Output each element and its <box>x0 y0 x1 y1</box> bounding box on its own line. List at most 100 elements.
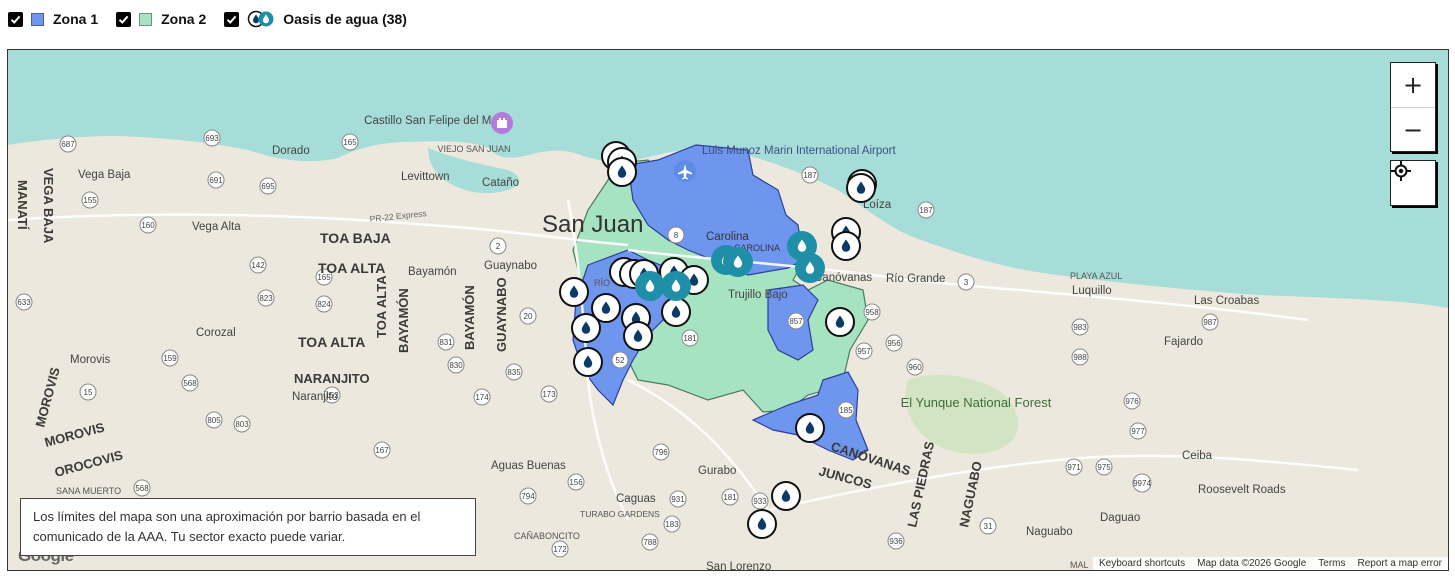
svg-text:VIEJO SAN JUAN: VIEJO SAN JUAN <box>437 144 510 154</box>
oasis-marker[interactable] <box>661 271 691 301</box>
svg-text:PLAYA AZUL: PLAYA AZUL <box>1070 271 1122 281</box>
svg-text:TOA ALTA: TOA ALTA <box>318 260 385 276</box>
svg-text:831: 831 <box>439 338 453 347</box>
svg-text:830: 830 <box>449 361 463 370</box>
oasis-marker[interactable] <box>635 271 665 301</box>
svg-text:794: 794 <box>521 492 535 501</box>
map-legend: Zona 1 Zona 2 Oasis de agua (38) <box>8 9 425 29</box>
svg-text:691: 691 <box>209 176 223 185</box>
svg-text:52: 52 <box>616 356 625 365</box>
locate-me-button[interactable] <box>1390 160 1436 206</box>
svg-text:977: 977 <box>1131 427 1145 436</box>
castle-icon <box>491 112 513 134</box>
svg-text:MAL: MAL <box>1070 560 1089 570</box>
map-data-text: Map data ©2026 Google <box>1197 558 1307 569</box>
report-error-link[interactable]: Report a map error <box>1352 557 1448 570</box>
svg-text:Fajardo: Fajardo <box>1164 336 1203 348</box>
svg-text:Bayamón: Bayamón <box>408 266 457 278</box>
oasis-marker[interactable] <box>723 247 753 277</box>
svg-text:Ceiba: Ceiba <box>1182 450 1213 462</box>
svg-text:971: 971 <box>1067 463 1081 472</box>
svg-text:172: 172 <box>553 545 567 554</box>
svg-text:693: 693 <box>205 134 219 143</box>
svg-text:RÍO: RÍO <box>594 278 610 288</box>
svg-text:857: 857 <box>789 317 803 326</box>
svg-text:957: 957 <box>857 347 871 356</box>
oasis-marker[interactable] <box>831 231 861 261</box>
svg-text:Vega Baja: Vega Baja <box>78 169 131 181</box>
svg-text:805: 805 <box>207 416 221 425</box>
oasis-marker[interactable] <box>573 347 603 377</box>
oasis-marker[interactable] <box>771 481 801 511</box>
oasis-marker[interactable] <box>747 509 777 539</box>
svg-text:156: 156 <box>569 478 583 487</box>
svg-text:SANA MUERTO: SANA MUERTO <box>56 486 121 496</box>
svg-text:GUAYNABO: GUAYNABO <box>494 277 509 352</box>
oasis-marker[interactable] <box>623 321 653 351</box>
svg-text:Guaynabo: Guaynabo <box>484 260 537 272</box>
svg-text:Aguas Buenas: Aguas Buenas <box>491 460 566 472</box>
zona1-swatch <box>31 12 44 26</box>
svg-text:Levittown: Levittown <box>401 171 450 183</box>
svg-text:160: 160 <box>141 221 155 230</box>
svg-text:933: 933 <box>753 497 767 506</box>
svg-text:Roosevelt Roads: Roosevelt Roads <box>1198 484 1286 496</box>
map-canvas[interactable]: 687 693 165 691 695 155 160 142 823 633 … <box>7 49 1449 571</box>
svg-text:15: 15 <box>84 388 93 397</box>
svg-text:988: 988 <box>1073 353 1087 362</box>
svg-text:167: 167 <box>375 446 389 455</box>
svg-text:El Yunque National Forest: El Yunque National Forest <box>901 395 1052 410</box>
svg-text:956: 956 <box>887 339 901 348</box>
svg-text:Dorado: Dorado <box>272 145 310 157</box>
svg-text:Trujillo Bajo: Trujillo Bajo <box>728 289 788 301</box>
svg-text:20: 20 <box>524 312 533 321</box>
svg-text:MOROVIS: MOROVIS <box>32 365 62 429</box>
svg-text:TURABO GARDENS: TURABO GARDENS <box>580 509 660 519</box>
svg-text:181: 181 <box>683 334 697 343</box>
legend-zona1[interactable]: Zona 1 <box>8 11 98 27</box>
svg-text:803: 803 <box>235 420 249 429</box>
svg-text:983: 983 <box>1073 323 1087 332</box>
svg-text:Morovis: Morovis <box>70 354 111 366</box>
svg-text:Daguao: Daguao <box>1100 512 1140 524</box>
svg-text:695: 695 <box>261 182 275 191</box>
terms-link[interactable]: Terms <box>1312 557 1351 570</box>
legend-zona2[interactable]: Zona 2 <box>116 11 206 27</box>
oasis-marker[interactable] <box>795 253 825 283</box>
svg-text:Las Croabas: Las Croabas <box>1194 295 1259 307</box>
svg-text:835: 835 <box>507 368 521 377</box>
svg-text:JUNCOS: JUNCOS <box>817 463 874 492</box>
oasis-checkbox[interactable] <box>224 11 240 27</box>
oasis-marker[interactable] <box>607 157 637 187</box>
svg-text:VEGA BAJA: VEGA BAJA <box>41 168 56 244</box>
zona2-checkbox[interactable] <box>116 11 132 27</box>
zoom-out-button[interactable]: − <box>1391 107 1435 152</box>
svg-text:823: 823 <box>259 294 273 303</box>
legend-oasis[interactable]: Oasis de agua (38) <box>224 10 407 28</box>
oasis-marker[interactable] <box>795 413 825 443</box>
svg-text:OROCOVIS: OROCOVIS <box>53 447 125 480</box>
svg-text:936: 936 <box>889 537 903 546</box>
svg-text:9974: 9974 <box>1133 479 1151 488</box>
oasis-marker[interactable] <box>559 277 589 307</box>
map-attribution: Keyboard shortcuts Map data ©2026 Google… <box>1092 557 1448 570</box>
svg-text:NAGUABO: NAGUABO <box>956 460 985 529</box>
svg-text:Carolina: Carolina <box>706 231 749 243</box>
svg-text:165: 165 <box>343 138 357 147</box>
svg-text:Luquillo: Luquillo <box>1072 285 1112 297</box>
svg-text:2: 2 <box>496 242 501 251</box>
svg-text:173: 173 <box>542 390 556 399</box>
oasis-marker[interactable] <box>661 297 691 327</box>
svg-text:Luis Munoz Marin International: Luis Munoz Marin International Airport <box>702 145 896 157</box>
zona2-label: Zona 2 <box>161 11 207 27</box>
keyboard-shortcuts-link[interactable]: Keyboard shortcuts <box>1093 557 1191 570</box>
oasis-marker[interactable] <box>571 313 601 343</box>
svg-text:Río Grande: Río Grande <box>886 273 945 285</box>
svg-text:BAYAMÓN: BAYAMÓN <box>396 288 411 353</box>
svg-text:Naguabo: Naguabo <box>1026 526 1073 538</box>
svg-text:MANATÍ: MANATÍ <box>15 180 30 230</box>
oasis-marker[interactable] <box>846 173 876 203</box>
oasis-marker[interactable] <box>825 307 855 337</box>
zoom-in-button[interactable]: + <box>1391 63 1435 107</box>
zona1-checkbox[interactable] <box>8 11 23 27</box>
